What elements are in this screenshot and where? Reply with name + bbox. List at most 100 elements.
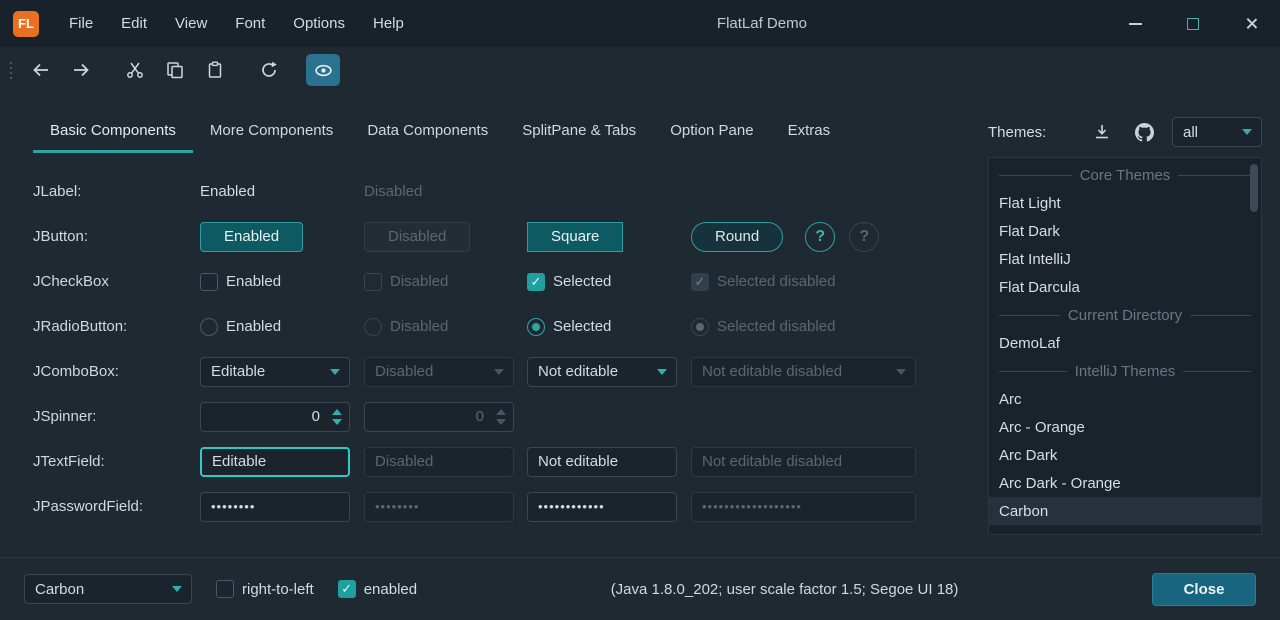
spinner-disabled-value: 0 <box>365 408 493 425</box>
combobox-editable[interactable]: Editable <box>200 357 350 387</box>
textfield-not-editable-disabled: Not editable disabled <box>691 447 916 477</box>
spinner-down-button[interactable] <box>332 419 342 425</box>
passwordfield-not-editable[interactable]: •••••••••••• <box>527 492 677 522</box>
chevron-down-icon <box>494 369 504 375</box>
tab-data-components[interactable]: Data Components <box>350 111 505 153</box>
theme-item-flat-darcula[interactable]: Flat Darcula <box>989 273 1261 301</box>
close-window-button[interactable] <box>1222 0 1280 47</box>
jcheckbox-row-label: JCheckBox <box>33 273 109 290</box>
maximize-button[interactable] <box>1164 0 1222 47</box>
theme-item-carbon[interactable]: Carbon <box>989 497 1261 525</box>
paste-button[interactable] <box>198 54 232 86</box>
chevron-down-icon <box>896 369 906 375</box>
combobox-disabled-value: Disabled <box>375 363 433 380</box>
radio-selected-disabled-label: Selected disabled <box>717 318 835 335</box>
theme-item-arc[interactable]: Arc <box>989 385 1261 413</box>
clipboard-icon <box>206 61 224 79</box>
themes-filter-value: all <box>1183 124 1198 141</box>
toolbar-grip[interactable] <box>10 62 12 79</box>
copy-button[interactable] <box>158 54 192 86</box>
passwordfield-enabled[interactable]: •••••••• <box>200 492 350 522</box>
passwordfield-disabled: •••••••• <box>364 492 514 522</box>
refresh-button[interactable] <box>252 54 286 86</box>
themes-list: Core Themes Flat Light Flat Dark Flat In… <box>988 157 1262 535</box>
tab-more-components[interactable]: More Components <box>193 111 350 153</box>
spinner-up-button[interactable] <box>332 409 342 415</box>
theme-group-label: Current Directory <box>1068 307 1182 324</box>
jbutton-enabled[interactable]: Enabled <box>200 222 303 252</box>
menu-view[interactable]: View <box>161 0 221 47</box>
github-button[interactable] <box>1130 118 1158 146</box>
radio-selected[interactable] <box>527 318 545 336</box>
right-to-left-checkbox[interactable] <box>216 580 234 598</box>
right-to-left-label: right-to-left <box>242 581 314 598</box>
back-arrow-icon <box>31 60 51 80</box>
jbutton-square[interactable]: Square <box>527 222 623 252</box>
status-info: (Java 1.8.0_202; user scale factor 1.5; … <box>441 581 1128 598</box>
radio-disabled <box>364 318 382 336</box>
jlabel-disabled: Disabled <box>364 183 422 200</box>
help-button[interactable]: ? <box>805 222 835 252</box>
combobox-not-editable-value: Not editable <box>538 363 618 380</box>
download-themes-button[interactable] <box>1088 118 1116 146</box>
textfield-editable[interactable]: Editable <box>200 447 350 477</box>
theme-item-demolaf[interactable]: DemoLaf <box>989 329 1261 357</box>
main-area: Basic Components More Components Data Co… <box>0 93 1280 557</box>
eye-toggle-button[interactable] <box>306 54 340 86</box>
help-button-disabled: ? <box>849 222 879 252</box>
tab-option-pane[interactable]: Option Pane <box>653 111 770 153</box>
theme-item-flat-intellij[interactable]: Flat IntelliJ <box>989 245 1261 273</box>
combobox-not-editable[interactable]: Not editable <box>527 357 677 387</box>
passwordfield-not-editable-disabled: •••••••••••••••••• <box>691 492 916 522</box>
spinner-enabled[interactable]: 0 <box>200 402 350 432</box>
spinner-down-button-disabled <box>496 419 506 425</box>
enabled-label: enabled <box>364 581 417 598</box>
textfield-not-editable[interactable]: Not editable <box>527 447 677 477</box>
eye-icon <box>314 61 333 80</box>
theme-item-arc-orange[interactable]: Arc - Orange <box>989 413 1261 441</box>
chevron-down-icon <box>657 369 667 375</box>
theme-combobox-value: Carbon <box>35 581 84 598</box>
checkbox-enabled[interactable] <box>200 273 218 291</box>
tab-extras[interactable]: Extras <box>771 111 848 153</box>
checkbox-selected[interactable]: ✓ <box>527 273 545 291</box>
radio-enabled[interactable] <box>200 318 218 336</box>
theme-item-arc-dark-orange[interactable]: Arc Dark - Orange <box>989 469 1261 497</box>
theme-item-flat-light[interactable]: Flat Light <box>989 189 1261 217</box>
content-column: Basic Components More Components Data Co… <box>0 93 988 557</box>
menu-font[interactable]: Font <box>221 0 279 47</box>
tab-basic-components[interactable]: Basic Components <box>33 111 193 153</box>
window-title: FlatLaf Demo <box>418 15 1106 32</box>
checkbox-disabled-label: Disabled <box>390 273 448 290</box>
menu-help[interactable]: Help <box>359 0 418 47</box>
enabled-checkbox[interactable]: ✓ <box>338 580 356 598</box>
window-controls <box>1106 0 1280 47</box>
minimize-icon <box>1129 23 1142 25</box>
themes-filter-combobox[interactable]: all <box>1172 117 1262 147</box>
checkbox-selected-label: Selected <box>553 273 611 290</box>
jbutton-disabled: Disabled <box>364 222 470 252</box>
theme-group-label: Core Themes <box>1080 167 1171 184</box>
titlebar: FL File Edit View Font Options Help Flat… <box>0 0 1280 47</box>
menu-options[interactable]: Options <box>279 0 359 47</box>
close-button[interactable]: Close <box>1152 573 1256 606</box>
menu-file[interactable]: File <box>55 0 107 47</box>
themes-scrollbar[interactable] <box>1250 164 1258 212</box>
theme-item-flat-dark[interactable]: Flat Dark <box>989 217 1261 245</box>
combobox-not-editable-disabled: Not editable disabled <box>691 357 916 387</box>
download-icon <box>1093 123 1111 141</box>
jbutton-round[interactable]: Round <box>691 222 783 252</box>
combobox-not-editable-disabled-value: Not editable disabled <box>702 363 842 380</box>
textfield-disabled: Disabled <box>364 447 514 477</box>
theme-combobox[interactable]: Carbon <box>24 574 192 604</box>
tab-splitpane-tabs[interactable]: SplitPane & Tabs <box>505 111 653 153</box>
menu-edit[interactable]: Edit <box>107 0 161 47</box>
theme-group-label: IntelliJ Themes <box>1075 363 1176 380</box>
forward-button[interactable] <box>64 54 98 86</box>
minimize-button[interactable] <box>1106 0 1164 47</box>
spinner-value[interactable]: 0 <box>201 408 329 425</box>
themes-header: Themes: all <box>988 111 1262 153</box>
cut-button[interactable] <box>118 54 152 86</box>
back-button[interactable] <box>24 54 58 86</box>
theme-item-arc-dark[interactable]: Arc Dark <box>989 441 1261 469</box>
